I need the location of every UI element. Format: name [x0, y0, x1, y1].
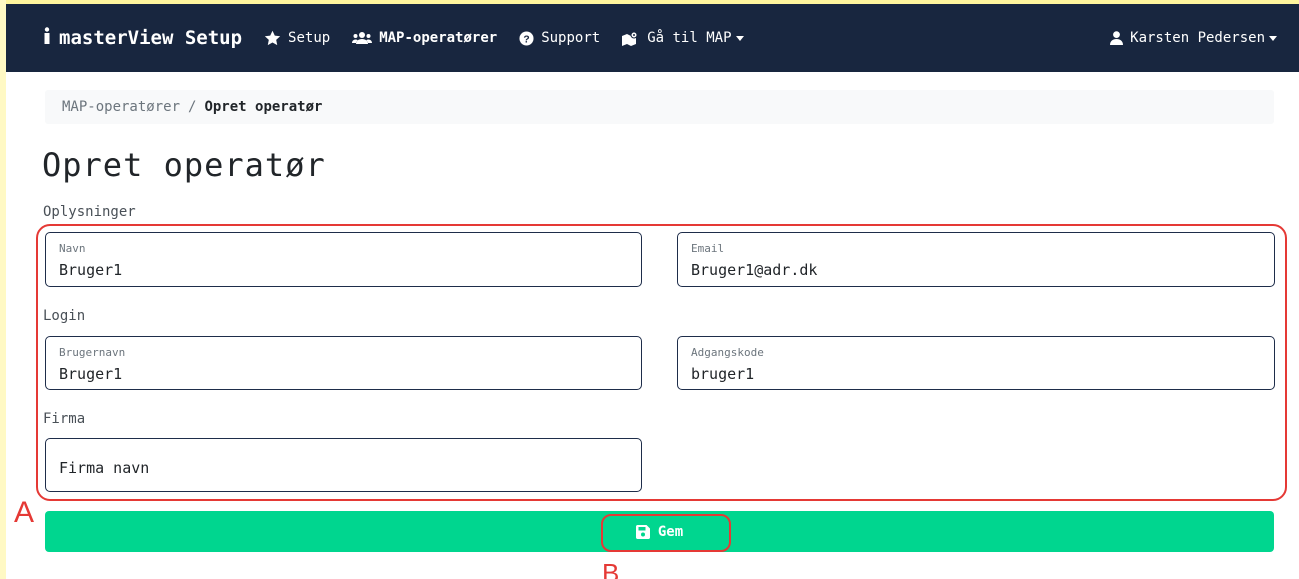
brand[interactable]: masterView Setup: [43, 26, 243, 50]
nav-item-label: Setup: [288, 30, 331, 46]
top-navbar: masterView Setup Setup MAP-operatører ? …: [6, 4, 1299, 72]
nav-item-setup[interactable]: Setup: [264, 30, 330, 46]
user-menu[interactable]: Karsten Pedersen: [1110, 30, 1277, 46]
nav-item-label: MAP-operatører: [379, 30, 498, 46]
question-circle-icon: ?: [519, 30, 534, 46]
nav-item-ga-til-map[interactable]: Gå til MAP: [622, 30, 744, 46]
window-frame-left: [0, 0, 6, 579]
chevron-down-icon: [1269, 35, 1277, 41]
star-icon: [264, 30, 281, 46]
svg-text:?: ?: [524, 34, 530, 45]
annotation-label-a: A: [14, 496, 35, 529]
map-icon: [622, 31, 640, 46]
nav-item-label: Support: [541, 30, 601, 46]
nav-item-support[interactable]: ? Support: [519, 30, 600, 46]
annotation-box-b: [601, 514, 731, 552]
user-name: Karsten Pedersen: [1130, 30, 1265, 46]
annotation-box-a: [36, 224, 1287, 501]
breadcrumb: MAP-operatører / Opret operatør: [45, 90, 1274, 124]
nav-item-map-operatorer[interactable]: MAP-operatører: [352, 30, 497, 46]
brand-title: masterView Setup: [59, 27, 243, 49]
section-label-oplysninger: Oplysninger: [43, 204, 136, 220]
breadcrumb-current: Opret operatør: [204, 99, 323, 115]
info-icon: [43, 26, 51, 50]
nav-item-label: Gå til MAP: [647, 30, 732, 46]
users-icon: [352, 31, 373, 45]
breadcrumb-parent-link[interactable]: MAP-operatører: [62, 99, 180, 115]
breadcrumb-separator: /: [188, 99, 197, 115]
chevron-down-icon: [735, 35, 744, 41]
annotation-label-b: B: [602, 558, 620, 579]
user-icon: [1110, 31, 1124, 45]
page-title: Opret operatør: [42, 146, 326, 184]
